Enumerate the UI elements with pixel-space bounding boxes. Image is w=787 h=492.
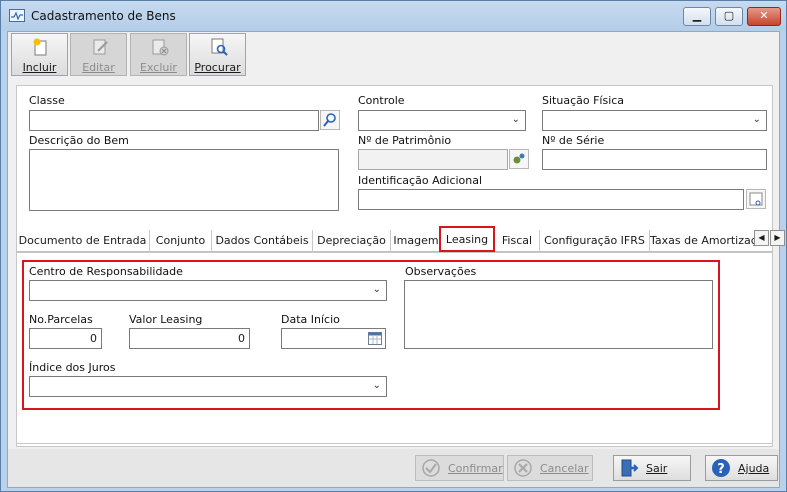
svg-text:?: ? [717,462,725,477]
application-window: Cadastramento de Bens ▁ ▢ ✕ Incluir Edit… [0,0,787,492]
centro-select[interactable]: ⌄ [29,280,387,301]
procurar-button[interactable]: Procurar [189,33,246,76]
procurar-label: Procurar [194,61,241,74]
classe-search-button[interactable] [320,110,340,130]
cancel-icon [514,459,532,477]
valor-label: Valor Leasing [129,313,203,326]
gears-icon [513,153,525,164]
ajuda-label: Ajuda [738,462,770,475]
minimize-button[interactable]: ▁ [683,7,711,26]
exit-door-icon [621,459,639,477]
tab-taxas-amortizacao[interactable]: Taxas de Amortizaçã [650,230,754,252]
confirmar-button[interactable]: Confirmar [415,455,504,481]
window-title: Cadastramento de Bens [31,9,176,23]
tab-leasing[interactable]: Leasing [439,226,495,252]
client-area: Incluir Editar Excluir Procurar Classe C… [7,31,785,488]
incluir-label: Incluir [22,61,57,74]
indice-label: Índice dos Juros [29,361,116,374]
lookup-icon [749,192,763,206]
tab-imagem[interactable]: Imagem [391,230,441,252]
editar-button[interactable]: Editar [70,33,127,76]
data-inicio-input[interactable] [281,328,386,349]
identificacao-label: Identificação Adicional [358,174,483,187]
maximize-icon: ▢ [723,9,735,22]
arrow-left-icon: ◀ [758,233,765,242]
new-document-icon [33,38,47,56]
chevron-down-icon: ⌄ [372,380,381,391]
chevron-down-icon: ⌄ [372,284,381,295]
excluir-label: Excluir [140,61,177,74]
identificacao-input[interactable] [358,189,744,210]
tab-dados-contabeis[interactable]: Dados Contábeis [212,230,313,252]
search-icon [323,113,336,127]
serie-input[interactable] [542,149,767,170]
tab-fiscal[interactable]: Fiscal [495,230,540,252]
tab-conjunto[interactable]: Conjunto [150,230,212,252]
maximize-button[interactable]: ▢ [715,7,743,26]
action-bar: Confirmar Cancelar Sair ? Ajuda [8,449,779,487]
situacao-select[interactable]: ⌄ [542,110,767,131]
parcelas-label: No.Parcelas [29,313,93,326]
valor-input[interactable]: 0 [129,328,250,349]
close-icon: ✕ [759,9,769,22]
data-inicio-label: Data Início [281,313,340,326]
observacoes-label: Observações [405,265,477,278]
tab-depreciacao[interactable]: Depreciação [313,230,391,252]
check-icon [422,459,440,477]
title-bar[interactable]: Cadastramento de Bens ▁ ▢ ✕ [1,1,786,31]
incluir-button[interactable]: Incluir [11,33,68,76]
parcelas-input[interactable]: 0 [29,328,102,349]
controle-select[interactable]: ⌄ [358,110,526,131]
tab-strip: Documento de Entrada Conjunto Dados Cont… [16,226,785,252]
sair-label: Sair [646,462,668,475]
edit-document-icon [93,39,108,55]
patrimonio-label: Nº de Patrimônio [358,134,452,147]
cancelar-button[interactable]: Cancelar [507,455,593,481]
editar-label: Editar [82,61,115,74]
arrow-right-icon: ▶ [774,233,781,242]
observacoes-textarea[interactable] [404,280,713,349]
confirmar-label: Confirmar [448,462,503,475]
minimize-icon: ▁ [692,9,702,22]
search-document-icon [211,38,228,56]
chevron-down-icon: ⌄ [511,114,520,125]
help-icon: ? [712,459,730,477]
descricao-textarea[interactable] [29,149,339,211]
tab-configuracao-ifrs[interactable]: Configuração IFRS [540,230,650,252]
classe-input[interactable] [29,110,319,131]
chevron-down-icon: ⌄ [752,114,761,125]
controle-label: Controle [358,94,405,107]
classe-label: Classe [29,94,65,107]
descricao-label: Descrição do Bem [29,134,129,147]
tab-documento-entrada[interactable]: Documento de Entrada [16,230,150,252]
serie-label: Nº de Série [542,134,605,147]
generate-patrimonio-button[interactable] [509,149,529,169]
calendar-icon[interactable] [368,332,382,345]
patrimonio-input[interactable] [358,149,508,170]
tab-scroll-right-button[interactable]: ▶ [770,230,785,246]
indice-select[interactable]: ⌄ [29,376,387,397]
situacao-label: Situação Física [542,94,625,107]
close-button[interactable]: ✕ [747,7,781,26]
centro-label: Centro de Responsabilidade [29,265,183,278]
sair-button[interactable]: Sair [613,455,691,481]
excluir-button[interactable]: Excluir [130,33,187,76]
cancelar-label: Cancelar [540,462,589,475]
app-icon [9,9,25,22]
tab-scroll-left-button[interactable]: ◀ [754,230,769,246]
identificacao-lookup-button[interactable] [746,189,766,209]
ajuda-button[interactable]: ? Ajuda [705,455,778,481]
delete-document-icon [152,39,169,56]
